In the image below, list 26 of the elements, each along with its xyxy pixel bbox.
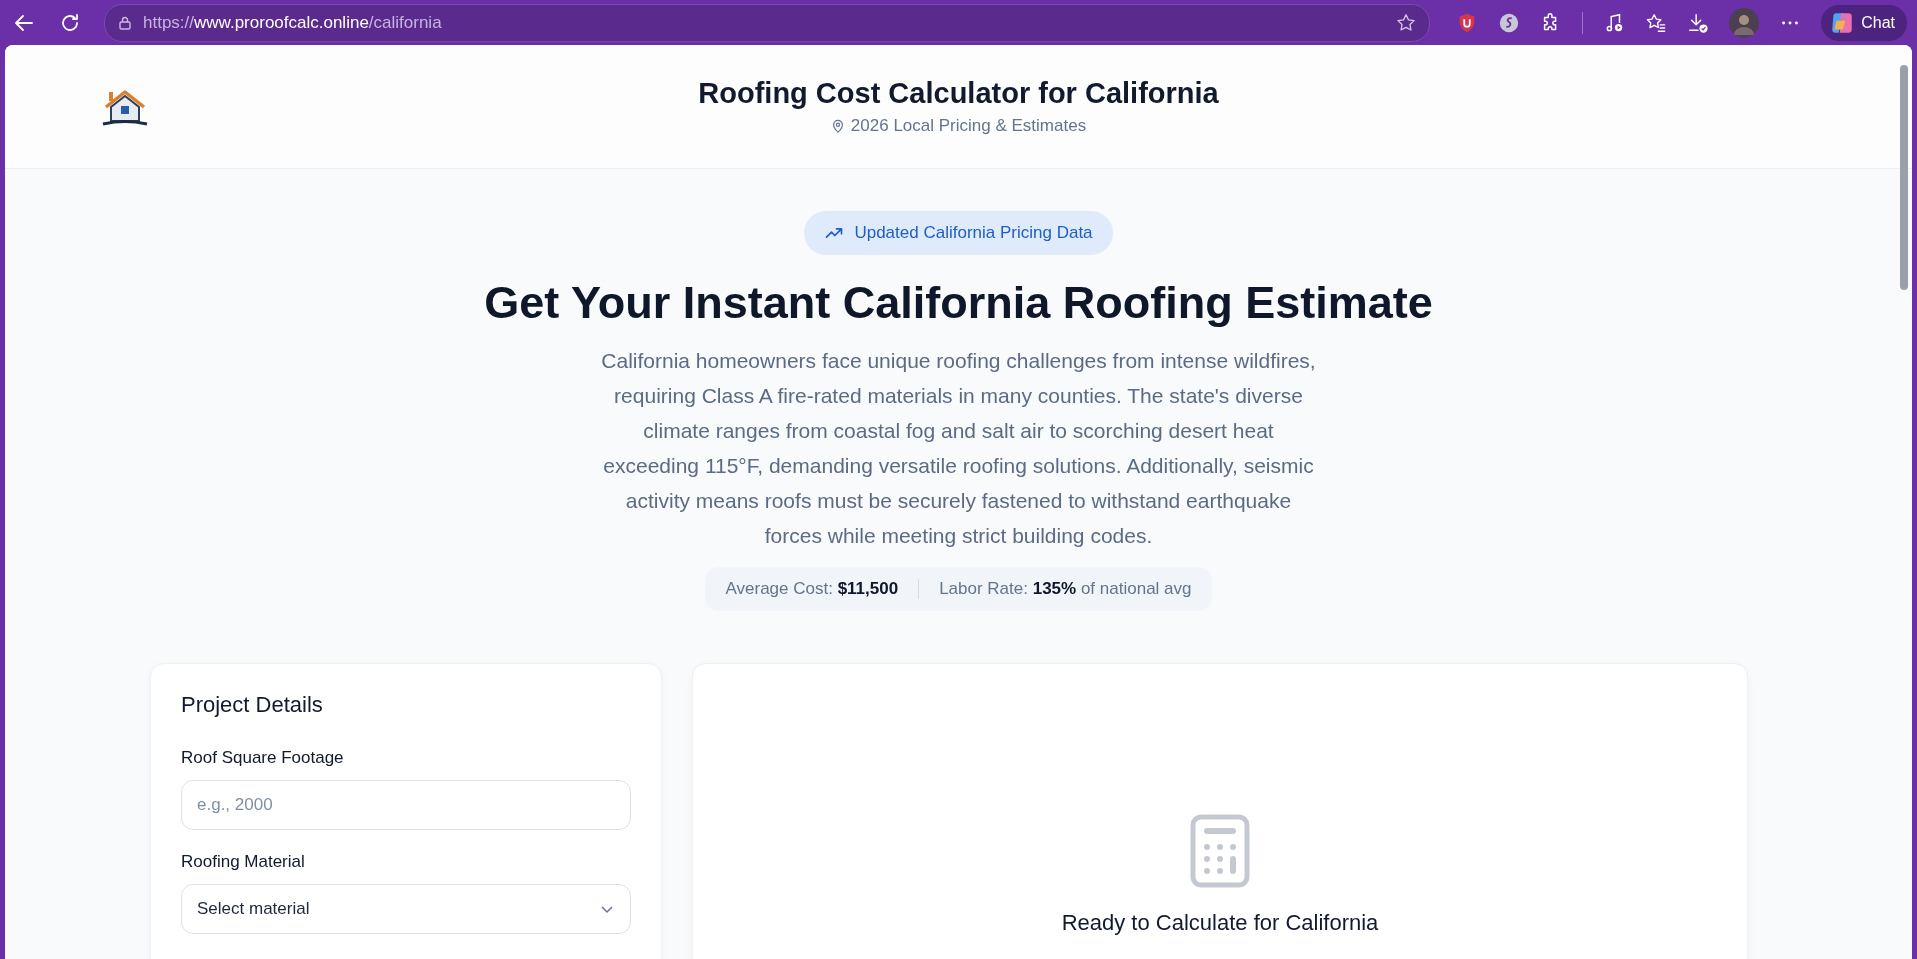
hero-description: California homeowners face unique roofing challenges from intense wildfires, requiring Class A fire-rated materials in many counties. The state's diverse climate ranges from coastal fog and salt air to scorching desert heat exceeding 115°F, demanding versatile roofing solutions. Additionally, seismic activity means roofs must be securely fastened to withstand earthquake forces while meeting strict building codes. xyxy=(600,348,1317,549)
material-dropdown[interactable]: Select material xyxy=(181,884,631,934)
stat-text: Labor Rate: 135% of national avg xyxy=(939,579,1192,599)
circle-logo-icon[interactable] xyxy=(1498,11,1521,34)
url-text: https://www.proroofcalc.online/california xyxy=(143,12,443,33)
input-field[interactable]: e.g., 2000 xyxy=(181,780,631,830)
field-label: Roof Square Footage xyxy=(181,748,345,768)
scrollbar[interactable] xyxy=(1900,65,1908,290)
site-subtitle: 2026 Local Pricing & Estimates xyxy=(850,116,1087,136)
chat-button[interactable]: Chat xyxy=(1821,4,1907,41)
star-icon[interactable] xyxy=(1395,11,1418,34)
location-pin-icon xyxy=(830,119,845,133)
address-bar[interactable]: https://www.proroofcalc.online/california xyxy=(104,3,1431,42)
site-title: Roofing Cost Calculator for California xyxy=(698,77,1219,110)
stat-text: Average Cost: $11,500 xyxy=(725,579,899,599)
card-title: Project Details xyxy=(181,692,324,718)
house-logo-icon[interactable] xyxy=(100,87,150,127)
field-label: Roofing Material xyxy=(181,852,306,872)
result-message: Ready to Calculate for California xyxy=(1061,910,1379,936)
lock-icon xyxy=(117,14,133,31)
hero-heading: Get Your Instant California Roofing Estimate xyxy=(484,277,1433,329)
avatar-icon[interactable] xyxy=(1729,7,1760,38)
badge-text: Updated California Pricing Data xyxy=(854,223,1093,243)
download-icon[interactable] xyxy=(1687,11,1710,34)
favorites-icon[interactable] xyxy=(1645,11,1668,34)
calculator-icon xyxy=(1190,814,1250,888)
